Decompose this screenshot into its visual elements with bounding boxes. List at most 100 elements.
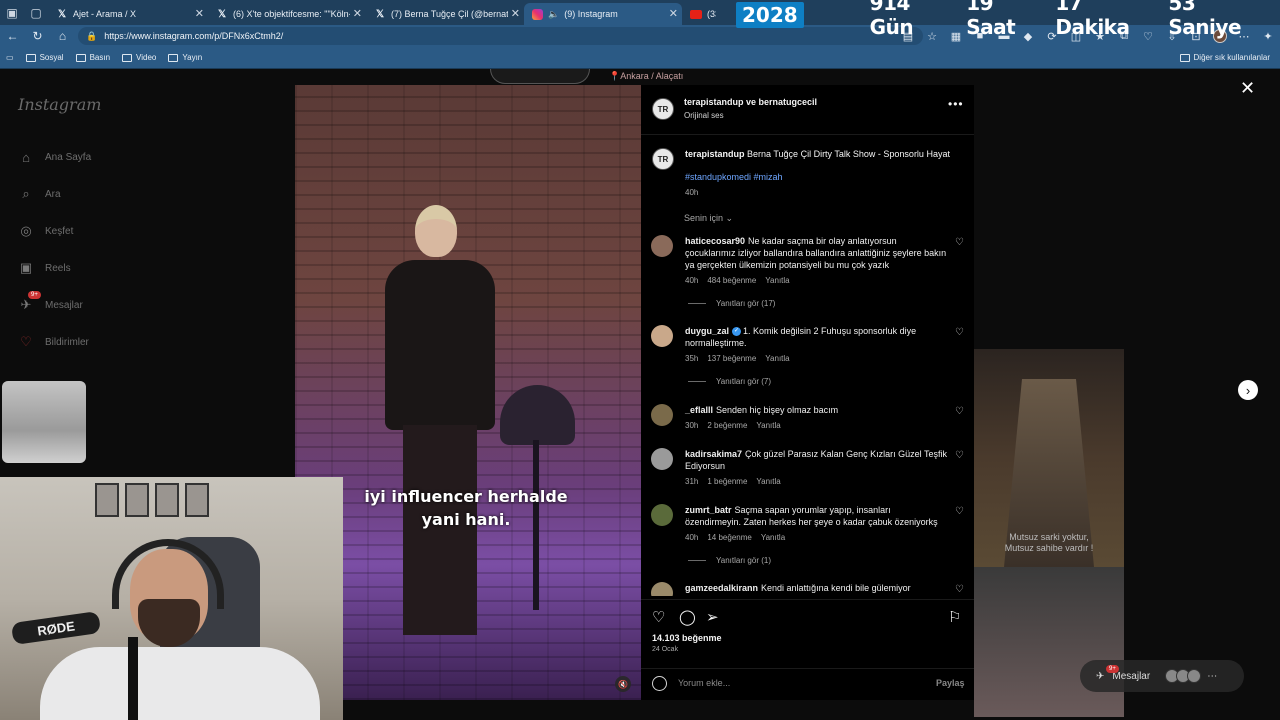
comment-likes[interactable]: 1 beğenme bbox=[707, 477, 747, 486]
comment-user[interactable]: duygu_zal bbox=[685, 326, 729, 336]
reel-video[interactable] bbox=[295, 85, 641, 700]
home-icon[interactable]: ⌂ bbox=[50, 25, 75, 47]
like-heart-icon[interactable]: ♡ bbox=[955, 406, 964, 417]
bookmark-folder-sosyal[interactable]: Sosyal bbox=[25, 53, 64, 62]
tab-label: Ajet - Arama / X bbox=[73, 9, 137, 19]
avatar[interactable] bbox=[651, 404, 673, 426]
close-icon[interactable]: ✕ bbox=[511, 7, 520, 20]
import-favorites-icon[interactable]: ▭ bbox=[6, 53, 14, 62]
post-author[interactable]: terapistandup ve bernatugcecil bbox=[684, 97, 817, 107]
nav-home[interactable]: ⌂ Ana Sayfa bbox=[18, 149, 91, 165]
mute-icon[interactable]: 🔇 bbox=[615, 676, 631, 692]
comment-likes[interactable]: 14 beğenme bbox=[707, 533, 751, 542]
like-heart-icon[interactable]: ♡ bbox=[955, 327, 964, 338]
view-replies[interactable]: Yanıtları gör (1) bbox=[688, 556, 771, 565]
avatar[interactable]: TR bbox=[652, 148, 674, 170]
comment-user[interactable]: _eflalll bbox=[685, 405, 713, 415]
refresh-icon[interactable]: ↻ bbox=[25, 25, 50, 47]
reply-button[interactable]: Yanıtla bbox=[756, 421, 780, 430]
tab-youtube[interactable]: (334) bbox=[682, 3, 732, 25]
reply-button[interactable]: Yanıtla bbox=[765, 354, 789, 363]
avatar[interactable] bbox=[651, 504, 673, 526]
like-heart-icon[interactable]: ♡ bbox=[955, 506, 964, 517]
avatar[interactable] bbox=[651, 582, 673, 596]
avatar[interactable] bbox=[651, 325, 673, 347]
reply-button[interactable]: Yanıtla bbox=[761, 533, 785, 542]
back-icon[interactable]: ← bbox=[0, 25, 25, 47]
lock-icon[interactable]: 🔒 bbox=[86, 31, 97, 42]
comment-sort-dropdown[interactable]: Senin için ⌄ bbox=[684, 213, 733, 224]
bookmark-folder-yayin[interactable]: Yayın bbox=[168, 53, 202, 62]
audio-link[interactable]: Orijinal ses bbox=[684, 111, 724, 120]
close-icon[interactable]: ✕ bbox=[1240, 78, 1255, 99]
like-heart-icon[interactable]: ♡ bbox=[955, 237, 964, 248]
comment-user[interactable]: haticecosar90 bbox=[685, 236, 745, 246]
like-count[interactable]: 14.103 beğenme bbox=[652, 633, 722, 643]
avatar[interactable] bbox=[651, 448, 673, 470]
streamer-shirt bbox=[40, 647, 320, 720]
comment-body: haticecosar90 Ne kadar saçma bir olay anl… bbox=[685, 235, 947, 271]
folder-icon bbox=[1179, 53, 1190, 62]
comment-likes[interactable]: 484 beğenme bbox=[707, 276, 756, 285]
close-icon[interactable]: ✕ bbox=[353, 7, 362, 20]
other-favorites[interactable]: Diğer sık kullanılanlar bbox=[1179, 53, 1270, 62]
workspaces-icon[interactable]: ▣ bbox=[0, 0, 24, 25]
tab-bernatugce[interactable]: 𝕏 (7) Berna Tuğçe Çil (@bernatugc ✕ bbox=[366, 3, 524, 25]
comment-user[interactable]: gamzeedalkirann bbox=[685, 583, 758, 593]
tab-label: (7) Berna Tuğçe Çil (@bernatugc bbox=[391, 9, 508, 19]
share-icon[interactable]: ➢ bbox=[706, 608, 719, 626]
bookmark-icon[interactable]: ⚐ bbox=[948, 608, 961, 626]
next-post-preview[interactable]: Mutsuz sarki yoktur, Mutsuz sahibe vardı… bbox=[974, 349, 1124, 567]
view-replies[interactable]: Yanıtları gör (7) bbox=[688, 377, 771, 386]
hashtags[interactable]: #standupkomedi #mizah bbox=[685, 172, 783, 182]
comment-user[interactable]: zumrt_batr bbox=[685, 505, 732, 515]
nav-notifications[interactable]: ♡ Bildirimler bbox=[18, 334, 89, 350]
like-heart-icon[interactable]: ♡ bbox=[955, 450, 964, 461]
nav-label: Ara bbox=[45, 188, 61, 200]
comment-user[interactable]: kadirsakima7 bbox=[685, 449, 742, 459]
nav-search[interactable]: ⌕ Ara bbox=[18, 186, 61, 202]
address-bar[interactable]: 🔒 https://www.instagram.com/p/DFNx6xCtmh… bbox=[78, 27, 923, 45]
tab-ajet[interactable]: 𝕏 Ajet - Arama / X ✕ bbox=[48, 3, 208, 25]
bookmark-folder-basin[interactable]: Basın bbox=[75, 53, 110, 62]
like-heart-icon[interactable]: ♡ bbox=[652, 608, 665, 626]
comedian-figure bbox=[385, 205, 495, 635]
tab-objektifcesme[interactable]: 𝕏 (6) X'te objektifcesme: ""Köln-İsta ✕ bbox=[208, 3, 366, 25]
comment-time: 40h bbox=[685, 533, 699, 542]
bookmark-folder-video[interactable]: Video bbox=[122, 53, 156, 62]
caption-user[interactable]: terapistandup bbox=[685, 149, 745, 159]
post-date: 24 Ocak bbox=[652, 646, 679, 653]
nav-reels[interactable]: ▣ Reels bbox=[18, 260, 71, 276]
nav-label: Reels bbox=[45, 262, 71, 274]
tab-instagram[interactable]: 🔈 (9) Instagram ✕ bbox=[524, 3, 682, 25]
emoji-icon[interactable] bbox=[652, 676, 667, 691]
avatar[interactable] bbox=[651, 235, 673, 257]
next-post-arrow[interactable]: › bbox=[1238, 380, 1258, 400]
url-text: https://www.instagram.com/p/DFNx6xCtmh2/ bbox=[104, 31, 284, 41]
home-icon: ⌂ bbox=[22, 149, 30, 165]
comment-likes[interactable]: 2 beğenme bbox=[707, 421, 747, 430]
messages-pill[interactable]: ✈ 9+ Mesajlar ⋯ bbox=[1080, 660, 1244, 692]
nav-messages[interactable]: ✈ 9+ Mesajlar bbox=[18, 291, 83, 313]
tab-actions-icon[interactable]: ▢ bbox=[24, 0, 48, 25]
close-icon[interactable]: ✕ bbox=[669, 7, 678, 20]
speaker-icon[interactable]: 🔈 bbox=[548, 9, 559, 20]
reply-button[interactable]: Yanıtla bbox=[765, 276, 789, 285]
view-replies[interactable]: Yanıtları gör (17) bbox=[688, 299, 775, 308]
comment-icon[interactable]: ◯ bbox=[679, 608, 696, 626]
bookmark-label: Yayın bbox=[182, 53, 203, 62]
next-post-preview-2[interactable] bbox=[974, 567, 1124, 717]
nav-label: Keşfet bbox=[45, 225, 74, 237]
comment-likes[interactable]: 137 beğenme bbox=[707, 354, 756, 363]
location-text: Ankara / Alaçatı bbox=[620, 71, 684, 81]
like-heart-icon[interactable]: ♡ bbox=[955, 584, 964, 595]
instagram-logo[interactable]: Instagram bbox=[18, 95, 101, 114]
comment-input[interactable]: Yorum ekle... bbox=[678, 678, 730, 688]
more-options-icon[interactable]: ••• bbox=[948, 97, 964, 111]
reply-button[interactable]: Yanıtla bbox=[756, 477, 780, 486]
avatar[interactable]: TR bbox=[652, 98, 674, 120]
wall-photo bbox=[95, 483, 119, 517]
close-icon[interactable]: ✕ bbox=[195, 7, 204, 20]
nav-explore[interactable]: ◎ Keşfet bbox=[18, 223, 73, 239]
post-comment-button[interactable]: Paylaş bbox=[936, 678, 965, 688]
